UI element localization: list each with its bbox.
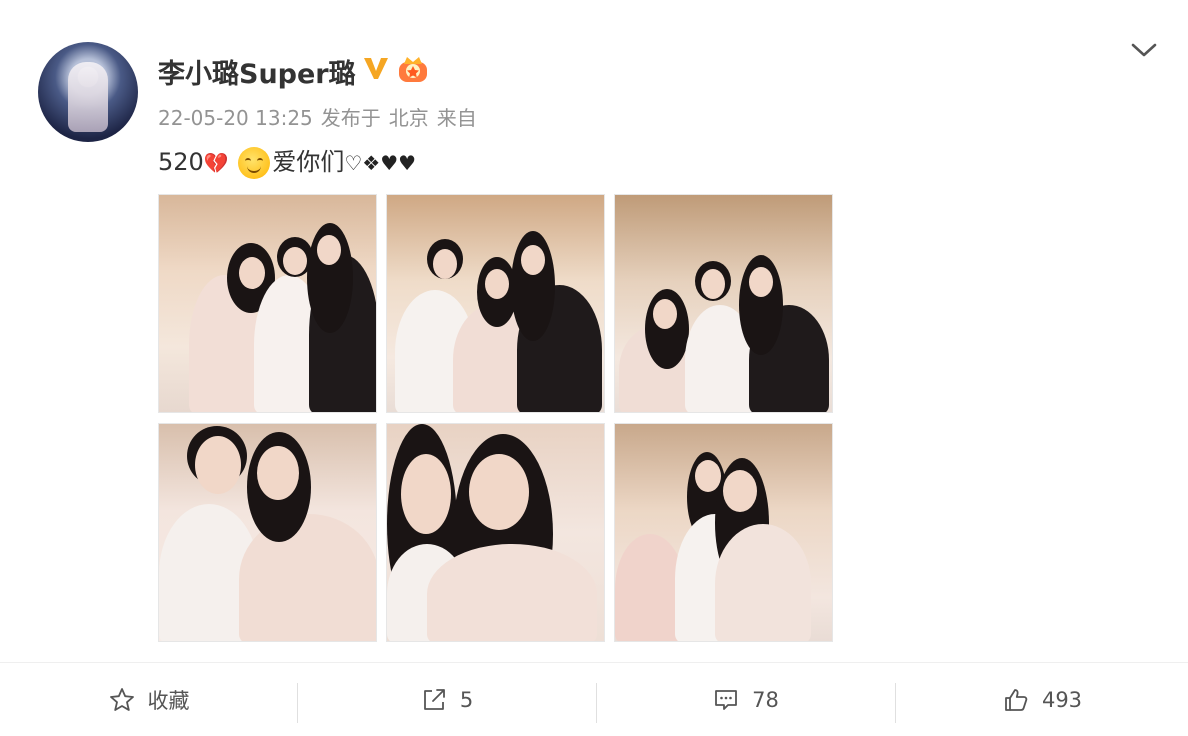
username[interactable]: 李小璐Super璐 — [158, 52, 356, 91]
comment-icon — [715, 689, 738, 710]
post-date: 22-05-20 13:25 — [158, 106, 313, 130]
avatar[interactable] — [38, 42, 138, 142]
photo-2[interactable] — [386, 194, 605, 413]
star-icon — [109, 687, 134, 711]
comment-count: 78 — [752, 687, 779, 712]
share-button[interactable]: 5 — [298, 663, 595, 736]
smile-emoji-icon — [238, 147, 271, 179]
photo-1[interactable] — [158, 194, 377, 413]
like-count: 493 — [1041, 687, 1083, 712]
photo-grid — [158, 194, 834, 642]
photo-3[interactable] — [614, 194, 833, 413]
photo-6[interactable] — [614, 423, 833, 642]
post-meta: 22-05-20 13:25 发布于 北京 来自 — [158, 102, 485, 131]
photo-4[interactable] — [158, 423, 377, 642]
share-icon — [423, 688, 445, 710]
comment-button[interactable]: 78 — [597, 663, 894, 736]
chevron-down-icon[interactable] — [1130, 40, 1158, 62]
avatar-figure — [68, 62, 108, 132]
photo-5[interactable] — [386, 423, 605, 642]
like-button[interactable]: 493 — [896, 663, 1188, 736]
post-content: 520💔 爱你们♡❖♥♥ — [158, 144, 416, 180]
favorite-label: 收藏 — [147, 688, 190, 713]
member-crown-icon[interactable] — [396, 52, 430, 84]
post-location[interactable]: 北京 — [389, 106, 429, 130]
weibo-post: 李小璐Super璐 22-05-20 13:25 发布于 北京 来自 520💔 爱你们… — [0, 0, 1188, 736]
published-label: 发布于 — [320, 106, 381, 130]
share-count: 5 — [459, 687, 474, 712]
favorite-button[interactable]: 收藏 — [0, 663, 297, 736]
post-text-main: 爱你们 — [272, 148, 345, 176]
thumbs-up-icon — [1005, 688, 1028, 711]
action-bar: 收藏 5 78 493 — [0, 663, 1188, 736]
post-text-prefix: 520 — [158, 148, 204, 176]
source-label: 来自 — [436, 106, 477, 130]
heart-emoji-icon: 💔 — [203, 151, 229, 175]
heart-emoji-icon: ♡❖♥♥ — [344, 151, 417, 175]
verified-v-icon — [364, 58, 388, 79]
